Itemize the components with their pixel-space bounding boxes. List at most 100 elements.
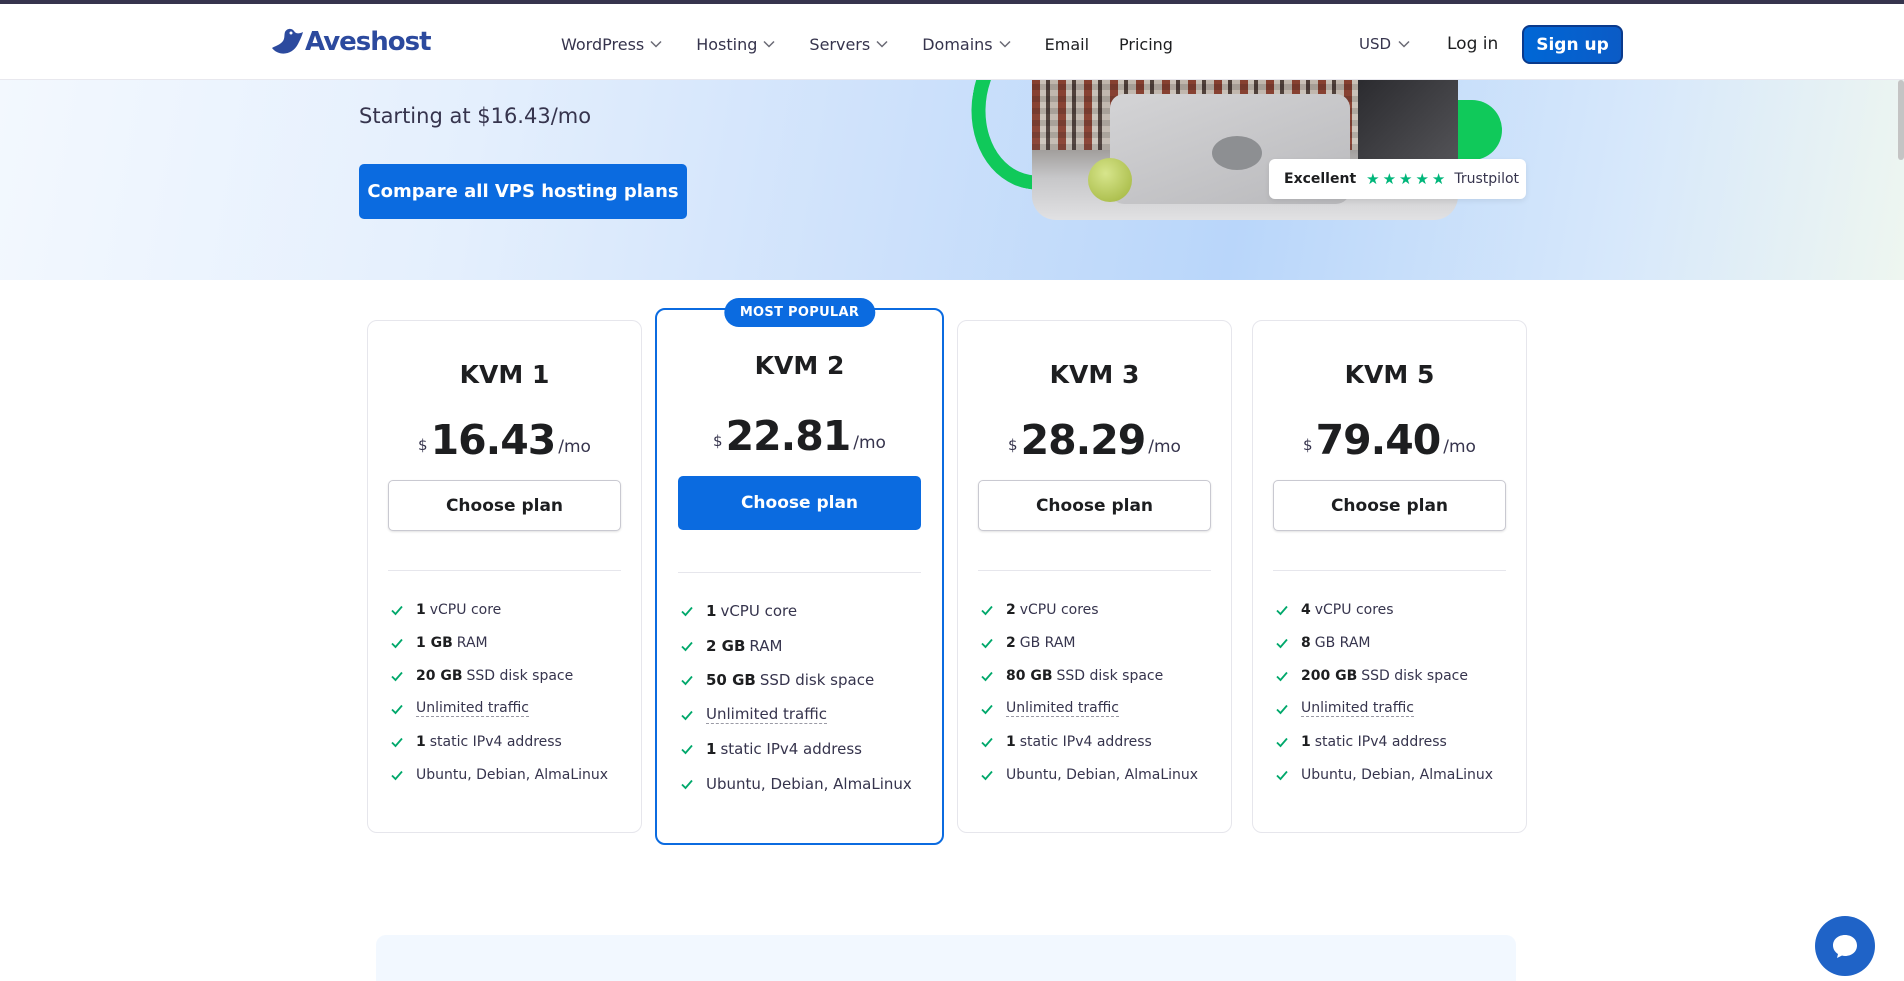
check-icon: [681, 779, 693, 790]
feature-value: 1 GB: [416, 634, 453, 651]
bird-logo-icon: [272, 28, 303, 54]
feature-text: GB RAM: [1314, 634, 1371, 651]
feature-value: 50 GB: [706, 671, 756, 690]
main-nav: WordPress Hosting Servers Domains Email …: [561, 24, 1203, 64]
feature-list: 1 vCPU core 2 GB RAM 50 GB SSD disk space Unli…: [680, 594, 935, 801]
brand-logo[interactable]: Aveshost: [270, 22, 432, 62]
plan-name: KVM 1: [459, 360, 550, 389]
feature-text: RAM: [456, 634, 488, 651]
feature-text: SSD disk space: [1056, 667, 1164, 684]
feature-text: Ubuntu, Debian, AlmaLinux: [416, 766, 609, 783]
feature-item: 1 GB RAM: [390, 626, 630, 659]
feature-item: 1 static IPv4 address: [680, 732, 935, 767]
feature-item: Unlimited traffic: [680, 698, 935, 733]
divider: [1273, 570, 1506, 571]
trustpilot-name: Trustpilot: [1454, 171, 1520, 187]
plan-price: $ 79.40 /mo: [1253, 420, 1526, 461]
feature-text: vCPU cores: [1314, 601, 1394, 618]
check-icon: [681, 710, 693, 721]
check-icon: [391, 638, 403, 648]
feature-text: static IPv4 address: [1314, 733, 1447, 750]
feature-value: 1: [416, 601, 426, 618]
nav-email[interactable]: Email: [1045, 35, 1089, 54]
check-icon: [981, 638, 993, 648]
feature-text: static IPv4 address: [720, 740, 862, 759]
nav-servers[interactable]: Servers: [809, 35, 888, 54]
feature-text[interactable]: Unlimited traffic: [416, 700, 529, 717]
photo-dark-object: [1358, 80, 1458, 170]
feature-item: 200 GB SSD disk space: [1275, 659, 1515, 692]
chevron-down-icon: [876, 40, 888, 48]
star-rating-icon: ★★★★★: [1366, 170, 1449, 188]
price-period: /mo: [558, 437, 591, 457]
check-icon: [981, 605, 993, 615]
feature-value: 80 GB: [1006, 667, 1053, 684]
feature-text[interactable]: Unlimited traffic: [1301, 700, 1414, 717]
feature-item: 80 GB SSD disk space: [980, 659, 1220, 692]
feature-item: Unlimited traffic: [1275, 692, 1515, 725]
feature-text: vCPU core: [720, 602, 798, 621]
currency-label: USD: [1359, 35, 1392, 53]
choose-plan-button[interactable]: Choose plan: [1273, 480, 1506, 531]
feature-item: 1 static IPv4 address: [390, 725, 630, 758]
hero-image: [1032, 80, 1458, 220]
feature-text[interactable]: Unlimited traffic: [706, 705, 827, 725]
feature-text: Ubuntu, Debian, AlmaLinux: [706, 774, 912, 793]
check-icon: [391, 770, 403, 780]
feature-value: 1: [706, 602, 717, 621]
feature-value: 1: [1006, 733, 1016, 750]
feature-text: GB RAM: [1019, 634, 1076, 651]
feature-text: static IPv4 address: [1019, 733, 1152, 750]
chevron-down-icon: [999, 40, 1011, 48]
choose-plan-button[interactable]: Choose plan: [388, 480, 621, 531]
photo-apple: [1088, 158, 1132, 202]
hero-section: Starting at $16.43/mo Compare all VPS ho…: [0, 80, 1904, 280]
price-period: /mo: [1148, 437, 1181, 457]
feature-text: SSD disk space: [759, 671, 875, 690]
currency-selector[interactable]: USD: [1359, 24, 1410, 64]
feature-text: Ubuntu, Debian, AlmaLinux: [1006, 766, 1199, 783]
divider: [678, 572, 921, 573]
nav-hosting[interactable]: Hosting: [696, 35, 775, 54]
plan-name: KVM 3: [1049, 360, 1140, 389]
plan-card-kvm2: MOST POPULAR KVM 2 $ 22.81 /mo Choose pl…: [655, 298, 944, 845]
trustpilot-widget[interactable]: Excellent ★★★★★ Trustpilot: [1269, 159, 1526, 199]
nav-pricing[interactable]: Pricing: [1119, 35, 1173, 54]
price-amount: 16.43: [430, 416, 557, 464]
brand-name: Aveshost: [305, 27, 432, 57]
nav-label: Email: [1044, 34, 1090, 54]
feature-item: Unlimited traffic: [980, 692, 1220, 725]
nav-wordpress[interactable]: WordPress: [561, 35, 662, 54]
feature-value: 20 GB: [416, 667, 463, 684]
signup-button[interactable]: Sign up: [1522, 25, 1623, 64]
price-currency: $: [1303, 436, 1313, 454]
feature-value: 4: [1301, 601, 1311, 618]
feature-value: 200 GB: [1301, 667, 1358, 684]
feature-value: 2: [1006, 601, 1016, 618]
chat-button[interactable]: [1815, 916, 1875, 976]
login-link[interactable]: Log in: [1447, 24, 1498, 64]
feature-item: 1 static IPv4 address: [1275, 725, 1515, 758]
chevron-down-icon: [650, 40, 662, 48]
feature-text: vCPU core: [429, 601, 502, 618]
feature-item: Ubuntu, Debian, AlmaLinux: [680, 767, 935, 802]
feature-text[interactable]: Unlimited traffic: [1006, 700, 1119, 717]
nav-label: Pricing: [1119, 34, 1173, 54]
chat-icon: [1833, 935, 1857, 958]
price-amount: 22.81: [725, 412, 852, 460]
plan-card-kvm1: KVM 1 $ 16.43 /mo Choose plan 1 vCPU core…: [367, 320, 642, 833]
choose-plan-button[interactable]: Choose plan: [978, 480, 1211, 531]
choose-plan-button[interactable]: Choose plan: [678, 476, 921, 530]
check-icon: [981, 770, 993, 780]
plan-name: KVM 2: [754, 351, 845, 380]
page-scrollbar[interactable]: [1898, 80, 1904, 160]
chevron-down-icon: [1398, 40, 1410, 48]
feature-text: SSD disk space: [466, 667, 574, 684]
compare-plans-button[interactable]: Compare all VPS hosting plans: [359, 164, 687, 219]
check-icon: [391, 704, 403, 714]
feature-value: 1: [416, 733, 426, 750]
feature-list: 1 vCPU core 1 GB RAM 20 GB SSD disk space Unli…: [390, 593, 630, 791]
check-icon: [981, 704, 993, 714]
nav-domains[interactable]: Domains: [922, 35, 1011, 54]
nav-label: WordPress: [561, 34, 645, 54]
